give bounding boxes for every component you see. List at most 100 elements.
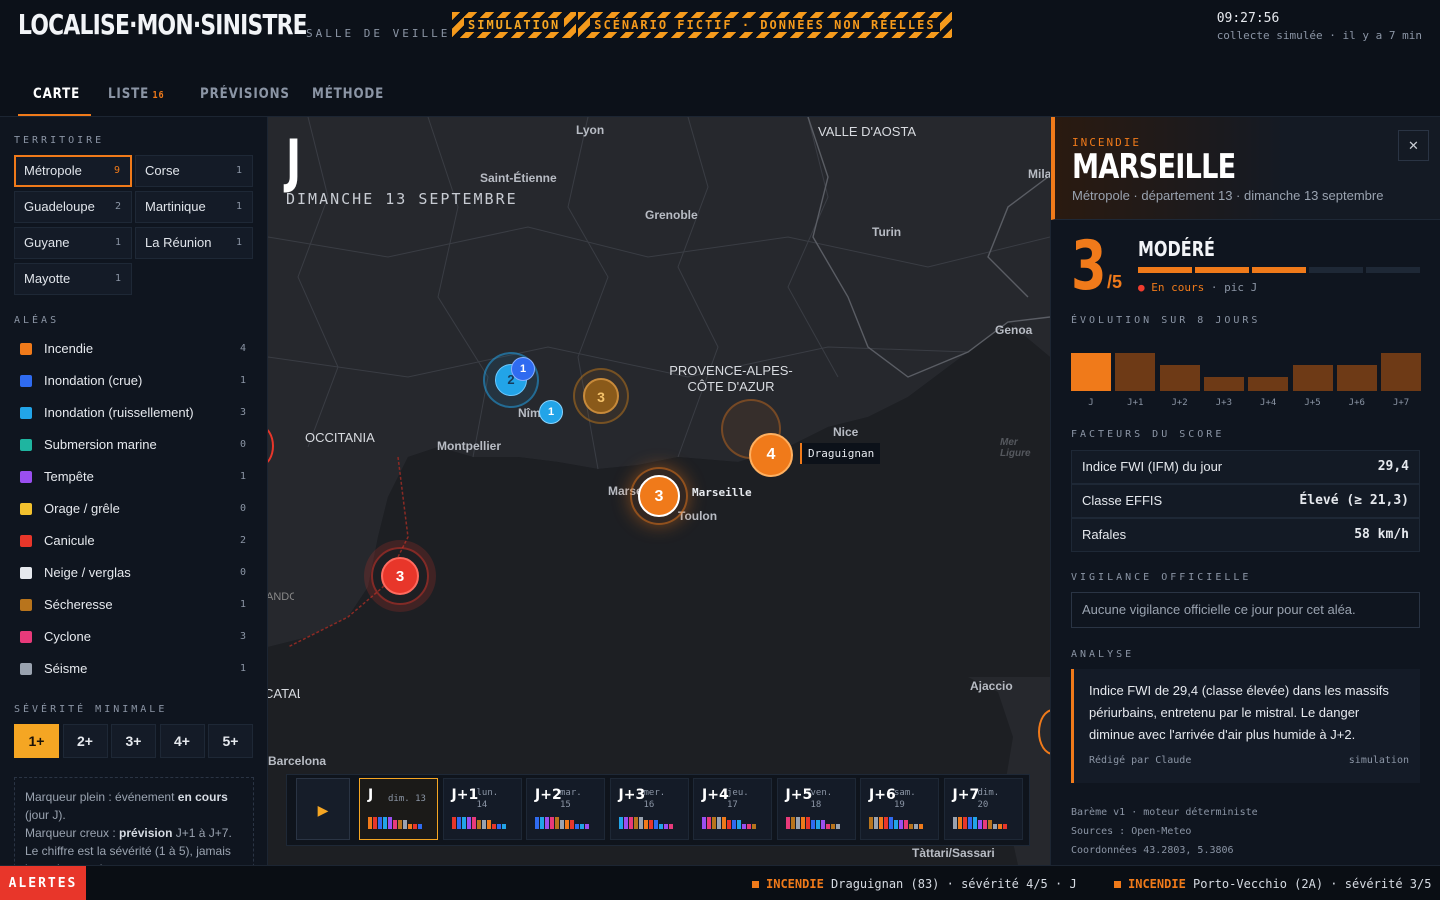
marker-canicule[interactable]: 3 xyxy=(381,557,419,595)
territory-1[interactable]: Corse 1 xyxy=(135,155,253,187)
severity-button-4[interactable]: 4+ xyxy=(159,724,205,758)
hazard-filter-2[interactable]: Inondation (ruissellement) 3 xyxy=(14,397,254,429)
hazard-label: Cyclone xyxy=(44,629,91,644)
timeline-weekday: dim. 20 xyxy=(977,788,1000,810)
region-paca: PROVENCE-ALPES-CÔTE D'AZUR xyxy=(669,363,793,394)
territory-5[interactable]: La Réunion 1 xyxy=(135,227,253,259)
clock-time: 09:27:56 xyxy=(1216,11,1280,26)
close-icon[interactable]: ✕ xyxy=(1398,130,1429,161)
timeline-day-1[interactable]: J+1 lun. 14 xyxy=(442,778,522,840)
timeline-day-2[interactable]: J+2 mar. 15 xyxy=(526,778,605,840)
marker-incendie-draguignan[interactable]: 4 xyxy=(749,433,793,477)
severity-button-5[interactable]: 5+ xyxy=(208,724,253,758)
detail-metadata: Barème v1 · moteur déterministe Sources … xyxy=(1071,807,1258,856)
evolution-bar xyxy=(1336,365,1377,391)
severity-button-1[interactable]: 1+ xyxy=(14,724,59,758)
tab-liste-count: 16 xyxy=(152,90,165,101)
tab-carte[interactable]: CARTE xyxy=(33,86,80,102)
hazard-filter-8[interactable]: Sécheresse 1 xyxy=(14,589,254,621)
timeline-day-label: J+6 xyxy=(869,787,896,803)
timeline-mini-bars xyxy=(618,815,673,829)
hazard-count: 0 xyxy=(239,503,246,514)
timeline-mini-bars xyxy=(702,815,756,829)
city-nice: Nice xyxy=(833,425,859,439)
timeline-day-0[interactable]: Jdim. 13 xyxy=(359,778,438,840)
detail-score-denominator: /5 xyxy=(1107,272,1123,292)
hazard-count: 1 xyxy=(239,599,246,610)
level-segment xyxy=(1366,267,1420,273)
timeline-day-6[interactable]: J+6 sam. 19 xyxy=(860,778,939,840)
marker-crue[interactable]: 1 xyxy=(511,357,535,381)
hazard-swatch-icon xyxy=(20,503,32,515)
marker-secheresse[interactable]: 3 xyxy=(583,378,619,414)
severity-button-2[interactable]: 2+ xyxy=(62,724,108,758)
territory-0[interactable]: Métropole 9 xyxy=(14,155,132,187)
hazards-title: ALÉAS xyxy=(14,315,60,326)
city-sassari: Tàttari/Sassari xyxy=(912,846,995,860)
timeline-day-4[interactable]: J+4 jeu. 17 xyxy=(693,778,772,840)
evolution-label: J+4 xyxy=(1260,398,1277,408)
hazard-count: 1 xyxy=(239,663,246,674)
hazard-filter-6[interactable]: Canicule 2 xyxy=(14,525,254,557)
city-turin: Turin xyxy=(872,225,902,239)
timeline-day-label: J+3 xyxy=(618,787,646,803)
play-button[interactable]: ▶ xyxy=(296,778,350,840)
marker-ruissellement-nimes[interactable]: 1 xyxy=(539,400,563,424)
evolution-bar xyxy=(1071,353,1111,391)
factor-row: Rafales 58 km/h xyxy=(1071,518,1420,552)
timeline-day-label: J+4 xyxy=(702,787,729,803)
hazard-label: Sécheresse xyxy=(44,597,113,612)
collect-status: collecte simulée · il y a 7 min xyxy=(1216,29,1422,42)
evolution-bar xyxy=(1159,365,1200,391)
territory-6[interactable]: Mayotte 1 xyxy=(14,263,132,295)
territory-4[interactable]: Guyane 1 xyxy=(14,227,132,259)
hazard-filter-9[interactable]: Cyclone 3 xyxy=(14,621,254,653)
tab-liste[interactable]: LISTE 16 xyxy=(108,86,164,102)
tab-previsions[interactable]: PRÉVISIONS xyxy=(200,86,290,102)
alerts-tag: ALERTES xyxy=(0,866,86,900)
severity-button-3[interactable]: 3+ xyxy=(111,724,156,758)
region-occitania: OCCITANIA xyxy=(305,430,375,445)
timeline-weekday: dim. 13 xyxy=(388,794,426,804)
territory-3[interactable]: Martinique 1 xyxy=(135,191,253,223)
hazard-filter-3[interactable]: Submersion marine 0 xyxy=(14,429,254,461)
hazard-filter-10[interactable]: Séisme 1 xyxy=(14,653,254,685)
sea-ligure: Mer Ligure xyxy=(1000,437,1031,459)
timeline-day-7[interactable]: J+7 dim. 20 xyxy=(943,778,1023,840)
hazard-label: Neige / verglas xyxy=(44,565,131,580)
timeline-day-label: J+5 xyxy=(785,787,813,803)
hazard-swatch-icon xyxy=(20,567,32,579)
timeline-day-5[interactable]: J+5 ven. 18 xyxy=(776,778,856,840)
timeline-day-3[interactable]: J+3 mer. 16 xyxy=(609,778,689,840)
map-view[interactable]: J DIMANCHE 13 SEPTEMBRE Lyon Saint-Étien… xyxy=(268,117,1050,865)
hazard-filter-0[interactable]: Incendie 4 xyxy=(14,333,254,365)
level-segment xyxy=(1138,267,1192,273)
ticker-item[interactable]: INCENDIE Porto-Vecchio (2A) · sévérité 3… xyxy=(1114,877,1431,891)
alerts-ticker: ALERTES INCENDIE Draguignan (83) · sévér… xyxy=(0,865,1440,900)
hazard-filter-1[interactable]: Inondation (crue) 1 xyxy=(14,365,254,397)
territory-title: TERRITOIRE xyxy=(14,135,105,146)
territory-2[interactable]: Guadeloupe 2 xyxy=(14,191,132,223)
hazard-label: Submersion marine xyxy=(44,437,157,452)
territory-label: Mayotte xyxy=(24,271,71,286)
timeline-weekday: mar. 15 xyxy=(560,788,582,810)
simulation-note: SCÉNARIO FICTIF · DONNÉES NON RÉELLES xyxy=(590,18,940,32)
hazard-count: 1 xyxy=(239,471,246,482)
level-segment xyxy=(1195,267,1249,273)
timeline-mini-bars xyxy=(368,815,422,829)
marker-incendie-marseille[interactable]: 3 xyxy=(638,475,680,517)
tab-methode[interactable]: MÉTHODE xyxy=(312,86,384,102)
filter-sidebar: TERRITOIRE Métropole 9 Corse 1 Guadeloupe 2 Ma… xyxy=(0,117,268,865)
hazard-filter-4[interactable]: Tempête 1 xyxy=(14,461,254,493)
hazard-count: 4 xyxy=(239,343,246,354)
evolution-label: J+7 xyxy=(1392,398,1410,408)
detail-status: ● En cours · pic J xyxy=(1138,281,1258,294)
evolution-bar xyxy=(1115,353,1156,391)
hazard-filter-5[interactable]: Orage / grêle 0 xyxy=(14,493,254,525)
territory-label: La Réunion xyxy=(145,235,212,250)
ticker-item[interactable]: INCENDIE Draguignan (83) · sévérité 4/5 … xyxy=(752,877,1077,891)
hazard-filter-7[interactable]: Neige / verglas 0 xyxy=(14,557,254,589)
evolution-label: J xyxy=(1088,398,1094,408)
territory-label: Guadeloupe xyxy=(24,199,95,214)
city-genoa: Genoa xyxy=(995,323,1033,337)
